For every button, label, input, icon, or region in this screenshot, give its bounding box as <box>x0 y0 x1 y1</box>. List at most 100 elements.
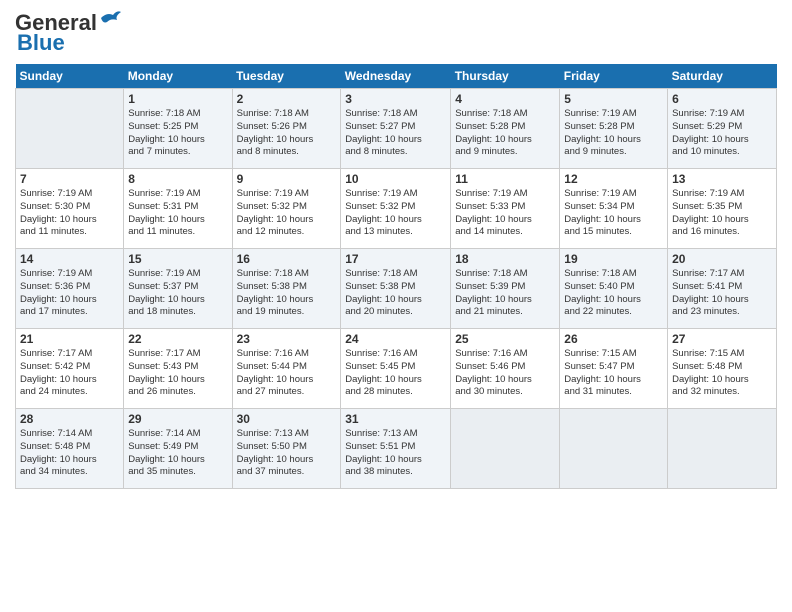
day-cell: 29Sunrise: 7:14 AMSunset: 5:49 PMDayligh… <box>124 409 232 489</box>
day-cell: 27 Sunrise: 7:15 AMSunset: 5:48 PMDayligh… <box>668 329 777 409</box>
column-header-saturday: Saturday <box>668 64 777 89</box>
logo-blue: Blue <box>17 30 65 56</box>
day-cell: 22Sunrise: 7:17 AMSunset: 5:43 PMDayligh… <box>124 329 232 409</box>
day-cell: 30 Sunrise: 7:13 AMSunset: 5:50 PMDayligh… <box>232 409 341 489</box>
day-number: 5 <box>564 92 663 106</box>
day-info: Sunrise: 7:14 AMSunset: 5:48 PMDaylight:… <box>20 428 119 479</box>
day-number: 14 <box>20 252 119 266</box>
day-number: 25 <box>455 332 555 346</box>
day-cell: 16 Sunrise: 7:18 AMSunset: 5:38 PMDayligh… <box>232 249 341 329</box>
day-cell: 11 Sunrise: 7:19 AMSunset: 5:33 PMDayligh… <box>451 169 560 249</box>
header: General Blue <box>15 10 777 56</box>
calendar-table: SundayMondayTuesdayWednesdayThursdayFrid… <box>15 64 777 489</box>
day-info: Sunrise: 7:18 AMSunset: 5:39 PMDaylight:… <box>455 268 555 319</box>
day-cell: 28 Sunrise: 7:14 AMSunset: 5:48 PMDayligh… <box>16 409 124 489</box>
day-cell: 2 Sunrise: 7:18 AMSunset: 5:26 PMDaylight… <box>232 89 341 169</box>
day-info: Sunrise: 7:16 AMSunset: 5:44 PMDaylight:… <box>237 348 337 399</box>
logo: General Blue <box>15 10 121 56</box>
day-number: 3 <box>345 92 446 106</box>
day-info: Sunrise: 7:19 AMSunset: 5:28 PMDaylight:… <box>564 108 663 159</box>
day-cell <box>451 409 560 489</box>
day-number: 11 <box>455 172 555 186</box>
calendar-container: General Blue SundayMondayTuesdayWednesda… <box>0 0 792 499</box>
day-cell: 12 Sunrise: 7:19 AMSunset: 5:34 PMDayligh… <box>560 169 668 249</box>
day-cell: 19 Sunrise: 7:18 AMSunset: 5:40 PMDayligh… <box>560 249 668 329</box>
day-number: 27 <box>672 332 772 346</box>
day-info: Sunrise: 7:15 AMSunset: 5:47 PMDaylight:… <box>564 348 663 399</box>
day-number: 1 <box>128 92 227 106</box>
day-info: Sunrise: 7:16 AMSunset: 5:46 PMDaylight:… <box>455 348 555 399</box>
day-info: Sunrise: 7:18 AMSunset: 5:27 PMDaylight:… <box>345 108 446 159</box>
day-info: Sunrise: 7:19 AMSunset: 5:33 PMDaylight:… <box>455 188 555 239</box>
day-info: Sunrise: 7:19 AMSunset: 5:30 PMDaylight:… <box>20 188 119 239</box>
day-info: Sunrise: 7:13 AMSunset: 5:50 PMDaylight:… <box>237 428 337 479</box>
day-number: 17 <box>345 252 446 266</box>
day-number: 28 <box>20 412 119 426</box>
day-info: Sunrise: 7:15 AMSunset: 5:48 PMDaylight:… <box>672 348 772 399</box>
day-info: Sunrise: 7:19 AMSunset: 5:34 PMDaylight:… <box>564 188 663 239</box>
column-header-friday: Friday <box>560 64 668 89</box>
day-number: 26 <box>564 332 663 346</box>
day-number: 19 <box>564 252 663 266</box>
day-info: Sunrise: 7:19 AMSunset: 5:29 PMDaylight:… <box>672 108 772 159</box>
day-number: 30 <box>237 412 337 426</box>
day-info: Sunrise: 7:13 AMSunset: 5:51 PMDaylight:… <box>345 428 446 479</box>
week-row-4: 21Sunrise: 7:17 AMSunset: 5:42 PMDayligh… <box>16 329 777 409</box>
day-cell: 18 Sunrise: 7:18 AMSunset: 5:39 PMDayligh… <box>451 249 560 329</box>
day-info: Sunrise: 7:19 AMSunset: 5:31 PMDaylight:… <box>128 188 227 239</box>
day-cell: 1 Sunrise: 7:18 AMSunset: 5:25 PMDaylight… <box>124 89 232 169</box>
day-info: Sunrise: 7:19 AMSunset: 5:37 PMDaylight:… <box>128 268 227 319</box>
day-number: 24 <box>345 332 446 346</box>
week-row-2: 7 Sunrise: 7:19 AMSunset: 5:30 PMDaylight… <box>16 169 777 249</box>
day-cell <box>668 409 777 489</box>
day-cell: 3 Sunrise: 7:18 AMSunset: 5:27 PMDaylight… <box>341 89 451 169</box>
day-number: 16 <box>237 252 337 266</box>
day-cell: 7 Sunrise: 7:19 AMSunset: 5:30 PMDaylight… <box>16 169 124 249</box>
day-number: 12 <box>564 172 663 186</box>
day-info: Sunrise: 7:19 AMSunset: 5:32 PMDaylight:… <box>345 188 446 239</box>
day-number: 22 <box>128 332 227 346</box>
week-row-1: 1 Sunrise: 7:18 AMSunset: 5:25 PMDaylight… <box>16 89 777 169</box>
day-cell: 9 Sunrise: 7:19 AMSunset: 5:32 PMDaylight… <box>232 169 341 249</box>
day-info: Sunrise: 7:18 AMSunset: 5:40 PMDaylight:… <box>564 268 663 319</box>
logo-bird-icon <box>99 10 121 28</box>
day-cell: 26 Sunrise: 7:15 AMSunset: 5:47 PMDayligh… <box>560 329 668 409</box>
day-number: 20 <box>672 252 772 266</box>
day-number: 15 <box>128 252 227 266</box>
day-cell: 15 Sunrise: 7:19 AMSunset: 5:37 PMDayligh… <box>124 249 232 329</box>
day-cell: 13 Sunrise: 7:19 AMSunset: 5:35 PMDayligh… <box>668 169 777 249</box>
day-number: 2 <box>237 92 337 106</box>
day-info: Sunrise: 7:17 AMSunset: 5:42 PMDaylight:… <box>20 348 119 399</box>
day-number: 8 <box>128 172 227 186</box>
week-row-3: 14Sunrise: 7:19 AMSunset: 5:36 PMDayligh… <box>16 249 777 329</box>
day-info: Sunrise: 7:18 AMSunset: 5:38 PMDaylight:… <box>345 268 446 319</box>
day-cell: 14Sunrise: 7:19 AMSunset: 5:36 PMDayligh… <box>16 249 124 329</box>
day-cell: 8 Sunrise: 7:19 AMSunset: 5:31 PMDaylight… <box>124 169 232 249</box>
day-number: 18 <box>455 252 555 266</box>
day-number: 10 <box>345 172 446 186</box>
day-number: 7 <box>20 172 119 186</box>
day-info: Sunrise: 7:17 AMSunset: 5:41 PMDaylight:… <box>672 268 772 319</box>
day-info: Sunrise: 7:18 AMSunset: 5:28 PMDaylight:… <box>455 108 555 159</box>
day-info: Sunrise: 7:18 AMSunset: 5:26 PMDaylight:… <box>237 108 337 159</box>
day-number: 29 <box>128 412 227 426</box>
day-cell <box>560 409 668 489</box>
week-row-5: 28 Sunrise: 7:14 AMSunset: 5:48 PMDayligh… <box>16 409 777 489</box>
day-number: 13 <box>672 172 772 186</box>
column-header-tuesday: Tuesday <box>232 64 341 89</box>
day-number: 9 <box>237 172 337 186</box>
column-header-thursday: Thursday <box>451 64 560 89</box>
day-cell: 31 Sunrise: 7:13 AMSunset: 5:51 PMDayligh… <box>341 409 451 489</box>
day-cell: 10 Sunrise: 7:19 AMSunset: 5:32 PMDayligh… <box>341 169 451 249</box>
column-header-wednesday: Wednesday <box>341 64 451 89</box>
day-info: Sunrise: 7:19 AMSunset: 5:32 PMDaylight:… <box>237 188 337 239</box>
day-cell: 5 Sunrise: 7:19 AMSunset: 5:28 PMDaylight… <box>560 89 668 169</box>
day-info: Sunrise: 7:19 AMSunset: 5:35 PMDaylight:… <box>672 188 772 239</box>
day-number: 31 <box>345 412 446 426</box>
column-header-sunday: Sunday <box>16 64 124 89</box>
day-cell: 17 Sunrise: 7:18 AMSunset: 5:38 PMDayligh… <box>341 249 451 329</box>
day-cell: 21Sunrise: 7:17 AMSunset: 5:42 PMDayligh… <box>16 329 124 409</box>
day-info: Sunrise: 7:18 AMSunset: 5:38 PMDaylight:… <box>237 268 337 319</box>
day-info: Sunrise: 7:18 AMSunset: 5:25 PMDaylight:… <box>128 108 227 159</box>
day-cell: 4Sunrise: 7:18 AMSunset: 5:28 PMDaylight… <box>451 89 560 169</box>
